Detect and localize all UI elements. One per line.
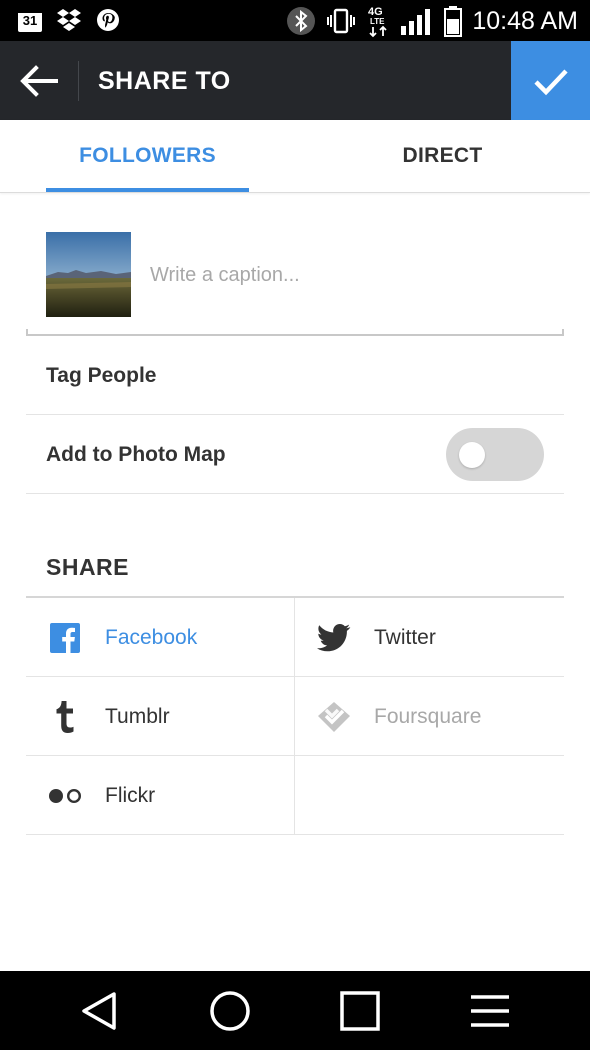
facebook-icon [48,622,82,654]
nav-home-button[interactable] [190,971,270,1050]
app-header: SHARE TO [0,41,590,120]
battery-icon [444,6,463,37]
share-grid: Facebook Twitter Tumblr Foursquare Flick… [26,598,564,835]
facebook-label: Facebook [105,626,198,649]
toggle-knob [459,442,485,468]
nav-recents-button[interactable] [320,971,400,1050]
tab-bar: FOLLOWERS DIRECT [0,120,590,193]
active-tab-indicator [46,188,249,192]
tumblr-icon [48,701,82,733]
photo-map-row: Add to Photo Map [26,415,564,494]
pinterest-icon [97,9,119,31]
nav-menu-button[interactable] [450,971,530,1050]
photo-thumbnail [46,232,131,317]
header-divider [78,61,79,101]
caption-input[interactable] [150,258,550,292]
recents-nav-icon [340,990,380,1031]
tag-people-row[interactable]: Tag People [26,336,564,415]
share-foursquare[interactable]: Foursquare [295,677,564,756]
tumblr-label: Tumblr [105,705,170,728]
vibrate-icon [327,8,356,34]
status-bar: 31 4G LTE 10:48 AM [0,0,590,41]
tab-direct[interactable]: DIRECT [295,120,590,192]
calendar-day: 31 [22,13,38,28]
confirm-share-button[interactable] [511,41,590,120]
lte-icon: 4G LTE [368,6,387,38]
page-title: SHARE TO [98,67,231,95]
tag-people-label: Tag People [46,364,157,387]
signal-icon [401,9,431,35]
share-heading: SHARE [46,554,130,580]
share-tumblr[interactable]: Tumblr [26,677,295,756]
share-twitter[interactable]: Twitter [295,598,564,677]
twitter-icon [317,622,351,654]
back-button[interactable] [0,41,78,120]
system-nav-bar [0,971,590,1050]
landscape-image [46,232,131,317]
bluetooth-icon [287,7,316,35]
svg-text:LTE: LTE [370,17,385,26]
share-flickr[interactable]: Flickr [26,756,295,835]
home-nav-icon [210,990,250,1031]
menu-nav-icon [471,994,509,1027]
photo-map-toggle[interactable] [446,428,544,481]
photo-map-label: Add to Photo Map [46,443,226,466]
dropbox-icon [57,9,81,31]
arrow-left-icon [20,64,58,97]
check-icon [533,68,568,95]
share-facebook[interactable]: Facebook [26,598,295,677]
flickr-icon [48,780,82,812]
share-empty-cell [295,756,564,835]
foursquare-icon [317,701,351,733]
foursquare-label: Foursquare [374,705,482,728]
clock: 10:48 AM [472,6,578,35]
calendar-icon: 31 [18,8,42,32]
twitter-label: Twitter [374,626,436,649]
tab-followers[interactable]: FOLLOWERS [46,120,249,192]
back-nav-icon [82,991,116,1030]
nav-back-button[interactable] [60,971,140,1050]
flickr-label: Flickr [105,784,156,807]
